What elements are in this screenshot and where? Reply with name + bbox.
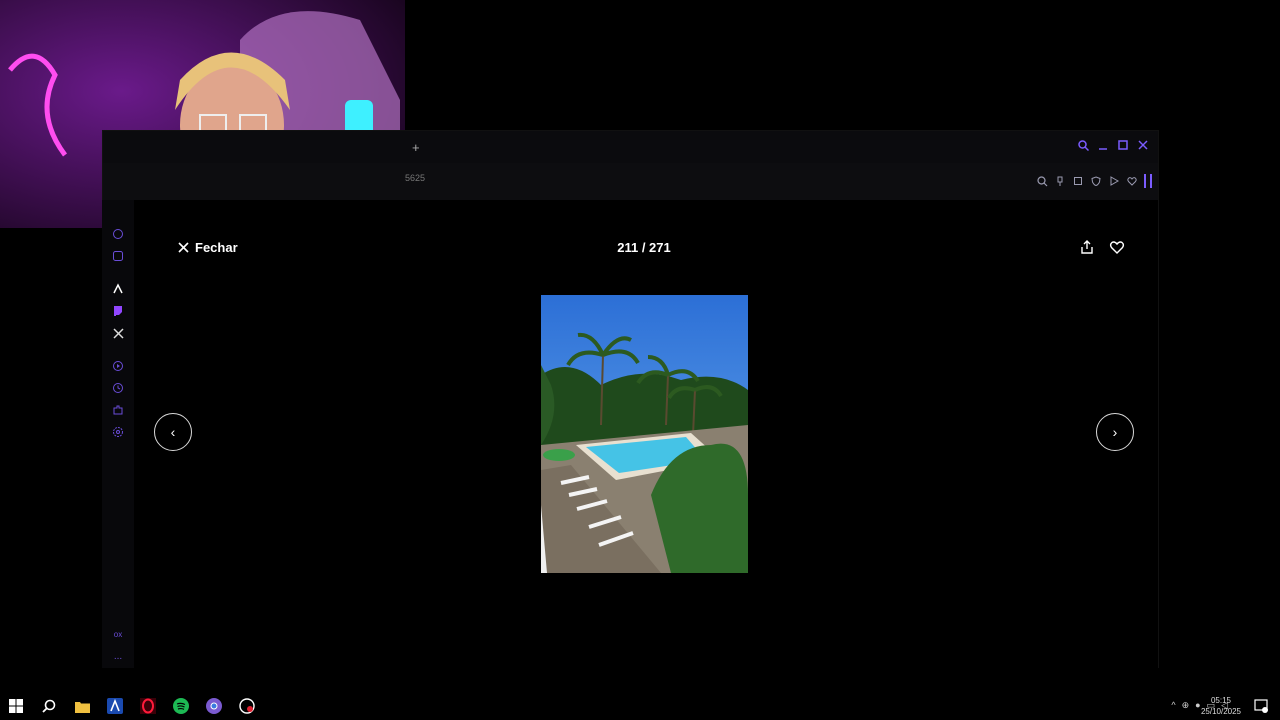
toolbar-icons — [1036, 174, 1152, 188]
search-icon[interactable] — [1076, 138, 1090, 152]
play-icon[interactable] — [1108, 175, 1120, 187]
shield-icon[interactable] — [1090, 175, 1102, 187]
taskbar-clock[interactable]: 05:15 25/10/2025 — [1201, 695, 1241, 717]
file-explorer-icon[interactable] — [74, 698, 90, 714]
clock-time: 05:15 — [1210, 696, 1231, 705]
network-icon[interactable]: ⊕ — [1182, 700, 1190, 711]
crop-icon[interactable] — [1072, 175, 1084, 187]
notification-icon — [1254, 699, 1268, 713]
minimize-icon[interactable] — [1096, 138, 1110, 152]
browser-sidebar: ox ... — [102, 200, 135, 668]
x-icon[interactable] — [110, 325, 126, 341]
share-button[interactable] — [1079, 239, 1095, 255]
close-viewer-button[interactable]: Fechar — [178, 240, 238, 255]
messenger-icon[interactable] — [110, 248, 126, 264]
share-icon — [1081, 240, 1093, 254]
close-label: Fechar — [195, 240, 238, 255]
maximize-icon[interactable] — [1116, 138, 1130, 152]
microphone-icon[interactable]: ● — [1195, 700, 1200, 711]
chrome-icon[interactable] — [206, 698, 222, 714]
windows-start-icon[interactable] — [8, 698, 24, 714]
title-bar: + — [103, 131, 1158, 163]
clock-date: 25/10/2025 — [1200, 707, 1241, 716]
aria-icon[interactable] — [110, 281, 126, 297]
favorite-button[interactable] — [1109, 239, 1125, 255]
sidebar-more-button[interactable]: ... — [110, 648, 126, 664]
settings-icon[interactable] — [110, 424, 126, 440]
twitch-icon[interactable] — [110, 303, 126, 319]
browser-toolbar: 5625 — [103, 163, 1158, 202]
tray-expand-icon[interactable]: ^ — [1171, 700, 1175, 711]
sidebar-bottom-label[interactable]: ox — [110, 626, 126, 642]
opera-gx-icon[interactable] — [140, 698, 156, 714]
previous-image-button[interactable]: ‹ — [154, 413, 192, 451]
next-image-button[interactable]: › — [1096, 413, 1134, 451]
image-viewer: Fechar 211 / 271 ‹ › — [134, 200, 1158, 668]
close-icon[interactable] — [1136, 138, 1150, 152]
zoom-icon[interactable] — [1036, 175, 1048, 187]
photo-pool-palm-trees — [541, 295, 748, 573]
address-bar[interactable]: 5625 — [405, 173, 425, 183]
search-icon[interactable] — [41, 698, 57, 714]
window-controls — [1076, 138, 1150, 152]
bars-icon[interactable] — [1144, 174, 1152, 188]
heart-icon[interactable] — [1126, 175, 1138, 187]
taskbar-apps — [8, 698, 255, 714]
image-counter: 211 / 271 — [617, 240, 671, 255]
notification-center-button[interactable] — [1254, 699, 1268, 713]
aria-app-icon[interactable] — [107, 698, 123, 714]
close-icon — [178, 242, 189, 253]
new-tab-button[interactable]: + — [412, 140, 420, 155]
extensions-icon[interactable] — [110, 402, 126, 418]
chevron-right-icon: › — [1112, 424, 1118, 440]
spotify-icon[interactable] — [173, 698, 189, 714]
player-icon[interactable] — [110, 358, 126, 374]
whatsapp-icon[interactable] — [110, 226, 126, 242]
obs-icon[interactable] — [239, 698, 255, 714]
history-icon[interactable] — [110, 380, 126, 396]
windows-taskbar: ^ ⊕ ● ▭ ◁ 05:15 25/10/2025 — [0, 692, 1280, 720]
heart-icon — [1109, 241, 1125, 254]
pin-icon[interactable] — [1054, 175, 1066, 187]
chevron-left-icon: ‹ — [170, 424, 176, 440]
